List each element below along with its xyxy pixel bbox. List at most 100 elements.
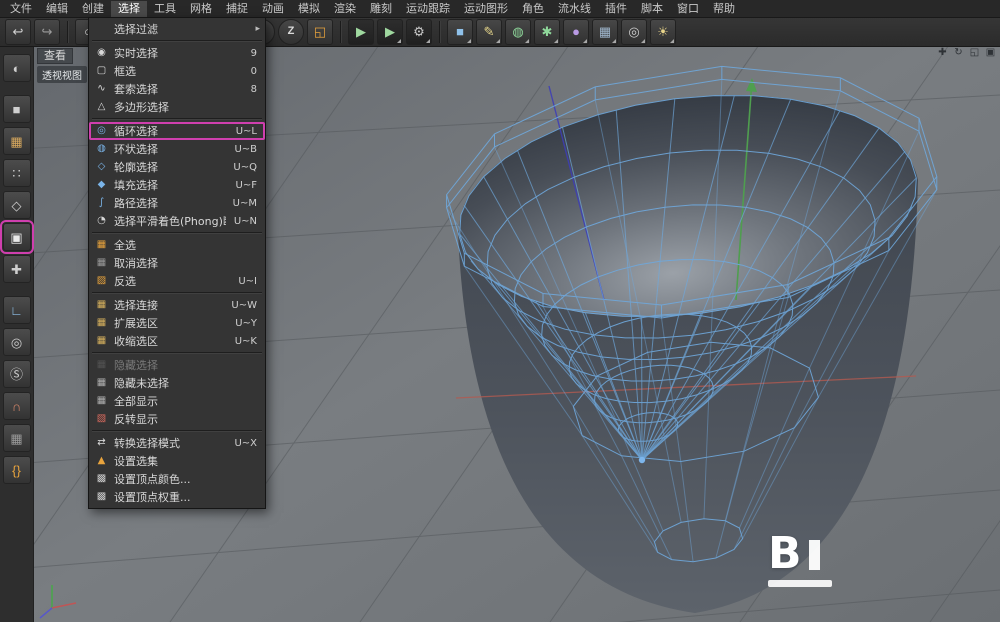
menu-item-hide-unselected[interactable]: ▦ 隐藏未选择: [89, 374, 265, 392]
loop-selection-icon: ◎: [94, 126, 109, 136]
make-editable-button[interactable]: ◐: [3, 54, 31, 82]
add-array-button[interactable]: ✱: [534, 19, 560, 45]
lock-workplane-button[interactable]: ▦: [3, 424, 31, 452]
menubar-item-snap[interactable]: 捕捉: [219, 1, 255, 17]
model-mode-button[interactable]: ■: [3, 95, 31, 123]
menubar-item-pipeline[interactable]: 流水线: [551, 1, 598, 17]
menubar-item-help[interactable]: 帮助: [706, 1, 742, 17]
snap-toggle-button[interactable]: Ⓢ: [3, 360, 31, 388]
menubar-item-character[interactable]: 角色: [515, 1, 551, 17]
menu-item-phong-break-selection[interactable]: ◔ 选择平滑着色(Phong)断开 U~N: [89, 212, 265, 230]
separator: [67, 21, 68, 43]
outline-selection-icon: ◇: [94, 162, 109, 172]
menu-item-convert-selection-mode[interactable]: ⇄ 转换选择模式 U~X: [89, 434, 265, 452]
menu-item-set-selection[interactable]: ▲ 设置选集: [89, 452, 265, 470]
render-view-button[interactable]: ▶: [348, 19, 374, 45]
watermark-subtext: [768, 580, 832, 587]
menu-item-ring-selection[interactable]: ◍ 环状选择 U~B: [89, 140, 265, 158]
orbit-view-button[interactable]: ↻: [952, 46, 965, 59]
render-picture-viewer-button[interactable]: ▶: [377, 19, 403, 45]
pan-view-button[interactable]: ✚: [936, 46, 949, 59]
menu-item-outline-selection[interactable]: ◇ 轮廓选择 U~Q: [89, 158, 265, 176]
menu-item-selection-filter[interactable]: 选择过滤: [89, 20, 265, 38]
menu-item-grow-selection[interactable]: ▦ 扩展选区 U~Y: [89, 314, 265, 332]
menu-item-invert-selection[interactable]: ▨ 反选 U~I: [89, 272, 265, 290]
live-selection-icon: ◉: [94, 48, 109, 58]
menu-item-shrink-selection[interactable]: ▦ 收缩选区 U~K: [89, 332, 265, 350]
gizmo-z-axis: [40, 608, 52, 618]
menubar-item-sculpt[interactable]: 雕刻: [363, 1, 399, 17]
magnet-tool-button[interactable]: ∩: [3, 392, 31, 420]
menubar-item-script[interactable]: 脚本: [634, 1, 670, 17]
menubar-item-mesh[interactable]: 网格: [183, 1, 219, 17]
menu-item-fill-selection[interactable]: ◆ 填充选择 U~F: [89, 176, 265, 194]
set-vertex-color-icon: ▩: [94, 474, 109, 484]
edge-mode-button[interactable]: ◇: [3, 191, 31, 219]
application-window: 查看 透视视图 ✚ ↻ ◱ ▣ B: [0, 0, 1000, 622]
show-all-icon: ▦: [94, 396, 109, 406]
separator: [92, 430, 262, 432]
watermark-letter: B: [768, 532, 803, 576]
select-menu-dropdown: 选择过滤 ◉ 实时选择 9 ▢ 框选 0 ∿ 套索选择 8 △: [88, 17, 266, 509]
menu-item-set-vertex-color[interactable]: ▩ 设置顶点颜色...: [89, 470, 265, 488]
redo-button[interactable]: ↪: [34, 19, 60, 45]
menubar-item-tools[interactable]: 工具: [147, 1, 183, 17]
z-axis-lock-button[interactable]: Z: [278, 19, 304, 45]
texture-mode-button[interactable]: ▦: [3, 127, 31, 155]
menu-item-path-selection[interactable]: ∫ 路径选择 U~M: [89, 194, 265, 212]
menu-item-show-all[interactable]: ▦ 全部显示: [89, 392, 265, 410]
menu-item-lasso-selection[interactable]: ∿ 套索选择 8: [89, 80, 265, 98]
menubar-item-animate[interactable]: 动画: [255, 1, 291, 17]
menu-item-set-vertex-weight[interactable]: ▩ 设置顶点权重...: [89, 488, 265, 506]
menubar-item-window[interactable]: 窗口: [670, 1, 706, 17]
mode-sidebar: ◐ ■ ▦ ∷ ◇ ▣ ✚: [0, 46, 34, 622]
menubar-item-plugins[interactable]: 插件: [598, 1, 634, 17]
ring-selection-icon: ◍: [94, 144, 109, 154]
menubar-item-simulate[interactable]: 模拟: [291, 1, 327, 17]
menubar-item-select[interactable]: 选择: [111, 1, 147, 17]
fill-selection-icon: ◆: [94, 180, 109, 190]
viewport-controls: ✚ ↻ ◱ ▣: [936, 46, 997, 59]
set-vertex-weight-icon: ▩: [94, 492, 109, 502]
convert-selection-icon: ⇄: [94, 438, 109, 448]
maximize-view-button[interactable]: ▣: [984, 46, 997, 59]
polygon-mode-button[interactable]: ▣: [3, 223, 31, 251]
viewport-solo-button[interactable]: ◎: [3, 328, 31, 356]
zoom-view-button[interactable]: ◱: [968, 46, 981, 59]
menu-item-polygon-selection[interactable]: △ 多边形选择: [89, 98, 265, 116]
view-menu[interactable]: 查看: [37, 48, 73, 64]
workplane-button[interactable]: ∟: [3, 296, 31, 324]
add-environment-floor-button[interactable]: ▦: [592, 19, 618, 45]
menu-item-deselect-all[interactable]: ▦ 取消选择: [89, 254, 265, 272]
points-mode-button[interactable]: ∷: [3, 159, 31, 187]
menu-item-select-all[interactable]: ▦ 全选: [89, 236, 265, 254]
add-deformer-button[interactable]: ●: [563, 19, 589, 45]
menu-item-select-connected[interactable]: ▦ 选择连接 U~W: [89, 296, 265, 314]
axis-mode-button[interactable]: ✚: [3, 255, 31, 283]
menubar-item-edit[interactable]: 编辑: [39, 1, 75, 17]
menubar-item-render[interactable]: 渲染: [327, 1, 363, 17]
add-primitive-cube-button[interactable]: ■: [447, 19, 473, 45]
menu-item-invert-visibility[interactable]: ▧ 反转显示: [89, 410, 265, 428]
undo-button[interactable]: ↩: [5, 19, 31, 45]
menubar-item-create[interactable]: 创建: [75, 1, 111, 17]
coordinates-button[interactable]: {}: [3, 456, 31, 484]
menubar-item-file[interactable]: 文件: [3, 1, 39, 17]
menu-item-live-selection[interactable]: ◉ 实时选择 9: [89, 44, 265, 62]
invert-selection-icon: ▨: [94, 276, 109, 286]
menu-item-rectangle-selection[interactable]: ▢ 框选 0: [89, 62, 265, 80]
grow-selection-icon: ▦: [94, 318, 109, 328]
render-settings-button[interactable]: ⚙: [406, 19, 432, 45]
add-camera-button[interactable]: ◎: [621, 19, 647, 45]
menu-item-loop-selection[interactable]: ◎ 循环选择 U~L: [89, 122, 265, 140]
gizmo-x-axis: [52, 603, 76, 608]
invert-visibility-icon: ▧: [94, 414, 109, 424]
add-spline-pen-button[interactable]: ✎: [476, 19, 502, 45]
separator: [439, 21, 440, 43]
path-selection-icon: ∫: [94, 198, 109, 208]
menubar-item-motion-tracker[interactable]: 运动跟踪: [399, 1, 457, 17]
coordinate-system-button[interactable]: ◱: [307, 19, 333, 45]
menubar-item-mograph[interactable]: 运动图形: [457, 1, 515, 17]
add-subdivision-surface-button[interactable]: ◍: [505, 19, 531, 45]
add-light-button[interactable]: ☀: [650, 19, 676, 45]
